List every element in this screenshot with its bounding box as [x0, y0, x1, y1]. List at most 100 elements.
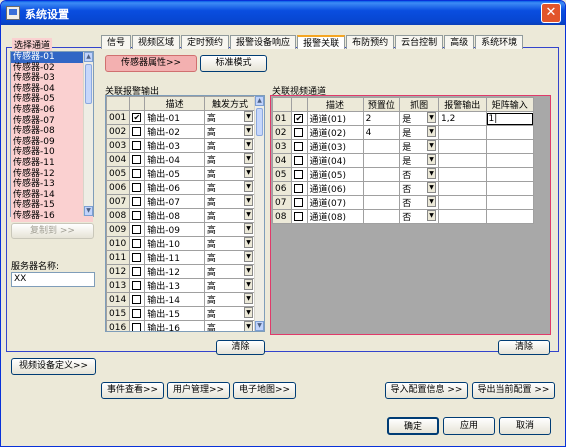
checkbox[interactable]	[132, 224, 142, 234]
column-header[interactable]: 报警输出	[438, 97, 487, 112]
checkbox[interactable]	[294, 197, 304, 207]
trigger-mode-select[interactable]: 高 ▼	[203, 320, 257, 331]
dropdown-arrow-icon[interactable]: ▼	[244, 307, 253, 318]
table-row[interactable]: 009 输出-09 高 ▼	[106, 222, 257, 237]
table-row[interactable]: 01 ✔ 通道(01) 2 是 ▼ 1,2 1|	[271, 111, 534, 126]
dropdown-arrow-icon[interactable]: ▼	[244, 237, 253, 248]
table-row[interactable]: 006 输出-06 高 ▼	[106, 180, 257, 195]
channel-list-item[interactable]: 传感器-15	[11, 200, 93, 211]
column-header[interactable]: 描述	[306, 97, 364, 112]
column-header[interactable]	[271, 97, 293, 112]
channel-list-scrollbar[interactable]: ▲ ▼	[83, 52, 93, 216]
table-row[interactable]: 003 输出-03 高 ▼	[106, 138, 257, 153]
checkbox[interactable]	[294, 183, 304, 193]
alarm-output-cell[interactable]	[438, 181, 487, 196]
table-row[interactable]: 012 输出-12 高 ▼	[106, 264, 257, 279]
tab-1[interactable]: 视频区域	[132, 35, 181, 49]
column-header[interactable]	[106, 96, 131, 111]
close-button[interactable]: ✕	[541, 3, 561, 23]
trigger-mode-select[interactable]: 高 ▼	[203, 194, 257, 209]
trigger-mode-select[interactable]: 高 ▼	[203, 180, 257, 195]
alarm-output-cell[interactable]	[438, 125, 487, 140]
table-row[interactable]: 07 通道(07) 否 ▼	[271, 195, 534, 210]
dropdown-arrow-icon[interactable]: ▼	[427, 112, 437, 123]
channel-list-item[interactable]: 传感器-02	[11, 62, 93, 74]
column-header[interactable]: 抓图	[399, 97, 440, 112]
event-view-button[interactable]: 事件查看>>	[101, 382, 164, 399]
apply-button[interactable]: 应用	[443, 417, 495, 435]
trigger-mode-select[interactable]: 高 ▼	[203, 292, 257, 307]
checkbox[interactable]	[132, 322, 142, 331]
trigger-mode-select[interactable]: 高 ▼	[203, 250, 257, 265]
channel-list-item[interactable]: 传感器-09	[11, 136, 93, 148]
table-row[interactable]: 05 通道(05) 否 ▼	[271, 167, 534, 182]
table-row[interactable]: 02 通道(02) 4 是 ▼	[271, 125, 534, 140]
alarm-output-cell[interactable]	[438, 195, 487, 210]
capture-select[interactable]: 是 ▼	[399, 153, 440, 168]
dropdown-arrow-icon[interactable]: ▼	[427, 182, 437, 193]
dropdown-arrow-icon[interactable]: ▼	[244, 321, 253, 331]
capture-select[interactable]: 否 ▼	[399, 181, 440, 196]
trigger-mode-select[interactable]: 高 ▼	[203, 222, 257, 237]
trigger-mode-select[interactable]: 高 ▼	[203, 208, 257, 223]
dropdown-arrow-icon[interactable]: ▼	[244, 153, 253, 164]
channel-list-item[interactable]: 传感器-08	[11, 126, 93, 137]
matrix-input-cell[interactable]	[485, 195, 534, 210]
preset-cell[interactable]	[362, 195, 401, 210]
dropdown-arrow-icon[interactable]: ▼	[427, 210, 437, 221]
channel-list-item[interactable]: 传感器-11	[11, 157, 93, 169]
trigger-mode-select[interactable]: 高 ▼	[203, 166, 257, 181]
table-row[interactable]: 08 通道(08) 否 ▼	[271, 209, 534, 224]
checkbox[interactable]	[132, 140, 142, 150]
checkbox[interactable]	[132, 238, 142, 248]
tab-7[interactable]: 高级	[444, 35, 475, 49]
preset-cell[interactable]	[362, 167, 401, 182]
alarm-output-cell[interactable]	[438, 167, 487, 182]
alarm-output-cell[interactable]	[438, 139, 487, 154]
table-row[interactable]: 013 输出-13 高 ▼	[106, 278, 257, 293]
alarm-output-cell[interactable]: 1,2	[438, 111, 487, 126]
alarm-output-clear-button[interactable]: 清除	[216, 340, 265, 355]
capture-select[interactable]: 是 ▼	[399, 139, 440, 154]
column-header[interactable]: 触发方式	[203, 96, 257, 111]
trigger-mode-select[interactable]: 高 ▼	[203, 110, 257, 125]
column-header[interactable]	[291, 97, 308, 112]
table-row[interactable]: 001 ✔ 输出-01 高 ▼	[106, 110, 257, 125]
dropdown-arrow-icon[interactable]: ▼	[244, 265, 253, 276]
preset-cell[interactable]	[362, 153, 401, 168]
alarm-output-cell[interactable]	[438, 153, 487, 168]
dropdown-arrow-icon[interactable]: ▼	[427, 154, 437, 165]
channel-list-item[interactable]: 传感器-04	[11, 83, 93, 95]
video-channel-clear-button[interactable]: 清除	[498, 340, 550, 355]
alarm-output-scrollbar[interactable]: ▲ ▼	[254, 96, 264, 331]
table-row[interactable]: 011 输出-11 高 ▼	[106, 250, 257, 265]
dropdown-arrow-icon[interactable]: ▼	[244, 125, 253, 136]
capture-select[interactable]: 否 ▼	[399, 167, 440, 182]
scroll-down-icon[interactable]: ▼	[255, 321, 264, 331]
matrix-input-cell[interactable]	[485, 181, 534, 196]
checkbox[interactable]	[294, 141, 304, 151]
preset-cell[interactable]: 4	[362, 125, 401, 140]
trigger-mode-select[interactable]: 高 ▼	[203, 124, 257, 139]
scroll-thumb[interactable]	[85, 64, 92, 104]
checkbox[interactable]	[294, 155, 304, 165]
checkbox[interactable]	[132, 294, 142, 304]
dropdown-arrow-icon[interactable]: ▼	[244, 223, 253, 234]
table-row[interactable]: 015 输出-15 高 ▼	[106, 306, 257, 321]
column-header[interactable]: 矩阵输入	[485, 97, 534, 112]
channel-list-item[interactable]: 传感器-07	[11, 115, 93, 127]
checkbox[interactable]	[132, 252, 142, 262]
scroll-down-icon[interactable]: ▼	[84, 206, 93, 216]
matrix-input-cell[interactable]	[485, 139, 534, 154]
checkbox[interactable]	[294, 211, 304, 221]
table-row[interactable]: 03 通道(03) 是 ▼	[271, 139, 534, 154]
channel-list[interactable]: 传感器-01 传感器-02 传感器-03 传感器-04 传感器-05 传感器-06 传感器-…	[10, 51, 94, 222]
table-row[interactable]: 007 输出-07 高 ▼	[106, 194, 257, 209]
checkbox[interactable]: ✔	[294, 113, 304, 123]
checkbox[interactable]	[132, 280, 142, 290]
matrix-input-cell[interactable]	[485, 209, 534, 224]
server-name-input[interactable]: XX	[11, 272, 95, 287]
checkbox[interactable]: ✔	[132, 112, 142, 122]
capture-select[interactable]: 是 ▼	[399, 125, 440, 140]
table-row[interactable]: 010 输出-10 高 ▼	[106, 236, 257, 251]
